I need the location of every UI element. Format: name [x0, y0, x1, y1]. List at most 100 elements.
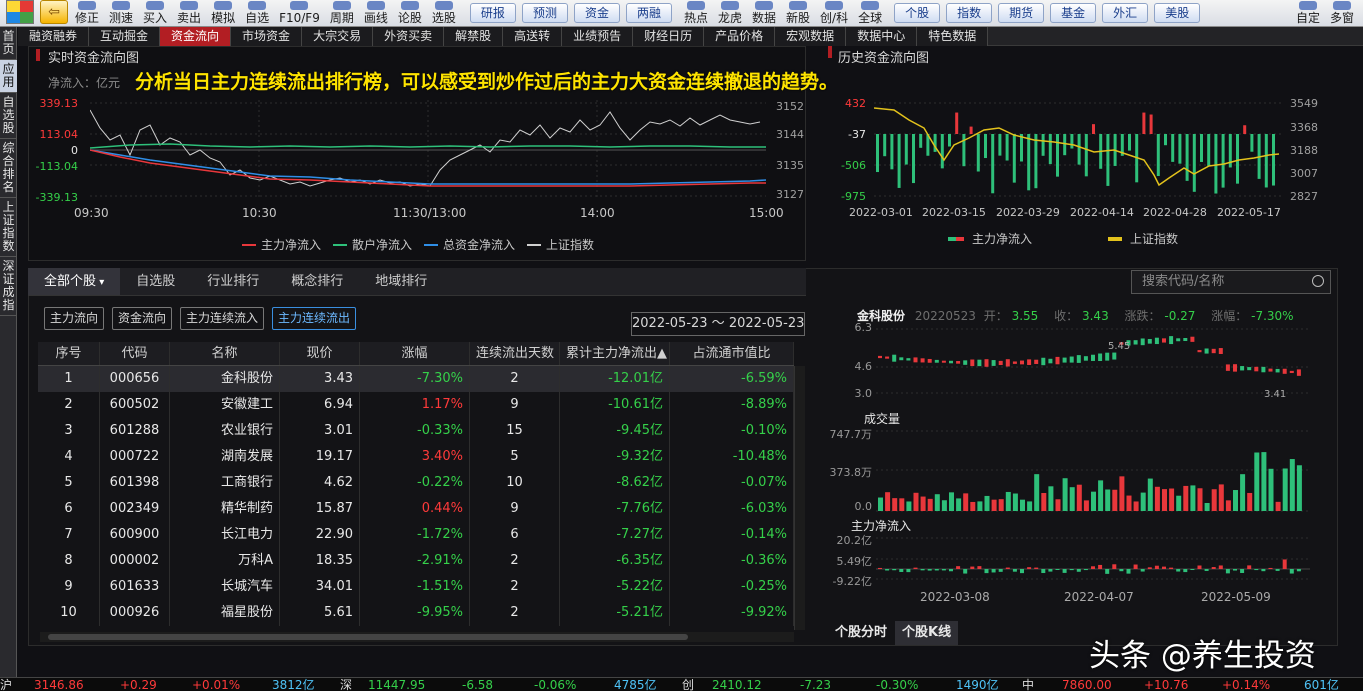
list-tab-4[interactable]: 地域排行 — [359, 268, 443, 295]
vertical-scrollbar[interactable] — [794, 366, 805, 630]
nav-tab-6[interactable]: 解禁股 — [444, 27, 504, 46]
left-tab-4[interactable]: 上证指数 — [0, 198, 17, 257]
horizontal-scrollbar[interactable] — [40, 632, 794, 642]
column-header-7[interactable]: 占流通市值比 — [670, 342, 794, 365]
list-tab-0[interactable]: 全部个股 ▾ — [28, 268, 121, 295]
nav-tab-8[interactable]: 业绩预告 — [562, 27, 634, 46]
flow-bar — [977, 566, 982, 569]
hist-axis-left-1: -37 — [848, 128, 866, 141]
toolbar-button-1[interactable]: 测速 — [104, 0, 138, 26]
column-header-5[interactable]: 连续流出天数 — [470, 342, 560, 365]
toolbar-pill-0[interactable]: 研报 — [469, 3, 516, 23]
nav-tab-9[interactable]: 财经日历 — [633, 27, 705, 46]
toolbar-button-0[interactable]: 修正 — [70, 0, 104, 26]
nav-tab-7[interactable]: 高送转 — [503, 27, 563, 46]
toolbar-button-2[interactable]: 买入 — [138, 0, 172, 26]
table-row[interactable]: 9 601633 长城汽车 34.01 -1.51% 2 -5.22亿 -0.25% — [38, 574, 794, 600]
toolbar-pill-1[interactable]: 预测 — [521, 3, 568, 23]
filter-button-0[interactable]: 主力流向 — [44, 307, 105, 330]
kline-candle — [1140, 338, 1145, 346]
column-header-3[interactable]: 现价 — [280, 342, 360, 365]
toolbar-button-10[interactable]: 选股 — [427, 0, 461, 26]
left-tab-3[interactable]: 综合排名 — [0, 139, 17, 198]
toolbar-icon-5 — [248, 1, 267, 10]
kline-candle — [906, 358, 911, 361]
toolbar-pill-2[interactable]: 资金 — [573, 3, 620, 23]
search-icon[interactable] — [1312, 275, 1324, 287]
nav-tab-2[interactable]: 资金流向 — [160, 27, 232, 46]
toolbar-market-pill-5[interactable]: 美股 — [1154, 3, 1201, 23]
table-row[interactable]: 10 000926 福星股份 5.61 -9.95% 2 -5.21亿 -9.92% — [38, 600, 794, 626]
toolbar-mid-button-0[interactable]: 热点 — [679, 0, 713, 26]
toolbar-market-pill-2[interactable]: 期货 — [998, 3, 1045, 23]
toolbar-market-pill-3[interactable]: 基金 — [1050, 3, 1097, 23]
nav-tab-10[interactable]: 产品价格 — [704, 27, 776, 46]
column-header-2[interactable]: 名称 — [170, 342, 280, 365]
table-row[interactable]: 7 600900 长江电力 22.90 -1.72% 6 -7.27亿 -0.14% — [38, 522, 794, 548]
toolbar-button-3[interactable]: 卖出 — [172, 0, 206, 26]
list-tab-1[interactable]: 自选股 — [120, 268, 191, 295]
toolbar-end-button-0[interactable]: 自定 — [1291, 0, 1325, 26]
toolbar-mid-button-2[interactable]: 数据 — [747, 0, 781, 26]
kline-candle — [1197, 350, 1202, 353]
kline-button[interactable]: 个股K线 — [895, 621, 959, 645]
toolbar-end-button-1[interactable]: 多窗 — [1325, 0, 1359, 26]
toolbar-button-6[interactable]: F10/F9 — [274, 0, 325, 26]
toolbar-market-pill-4[interactable]: 外汇 — [1102, 3, 1149, 23]
table-row[interactable]: 5 601398 工商银行 4.62 -0.22% 10 -8.62亿 -0.07% — [38, 470, 794, 496]
toolbar-button-7[interactable]: 周期 — [325, 0, 359, 26]
left-tab-5[interactable]: 深证成指 — [0, 257, 17, 316]
app-logo-icon[interactable] — [6, 0, 34, 24]
nav-tab-13[interactable]: 特色数据 — [917, 27, 989, 46]
column-header-4[interactable]: 涨幅 — [360, 342, 470, 365]
intraday-button[interactable]: 个股分时 — [828, 621, 894, 645]
kline-candle — [913, 357, 918, 363]
cell-price: 19.17 — [280, 444, 360, 470]
toolbar-mid-button-4[interactable]: 创/科 — [815, 0, 853, 26]
toolbar-button-4[interactable]: 模拟 — [206, 0, 240, 26]
column-header-6[interactable]: 累计主力净流出▲ — [560, 342, 670, 365]
table-row[interactable]: 3 601288 农业银行 3.01 -0.33% 15 -9.45亿 -0.10% — [38, 418, 794, 444]
list-tab-3[interactable]: 概念排行 — [275, 268, 359, 295]
nav-tab-3[interactable]: 市场资金 — [231, 27, 303, 46]
search-input[interactable]: 搜索代码/名称 — [1131, 270, 1331, 294]
nav-tab-12[interactable]: 数据中心 — [846, 27, 918, 46]
flow-bar — [1289, 569, 1294, 574]
toolbar-mid-button-1[interactable]: 龙虎 — [713, 0, 747, 26]
toolbar-pill-3[interactable]: 两融 — [625, 3, 672, 23]
filter-button-2[interactable]: 主力连续流入 — [180, 307, 265, 330]
date-range-picker[interactable]: 2022-05-23 ～ 2022-05-23 — [631, 312, 805, 336]
kline-candle — [1034, 359, 1039, 364]
nav-tab-5[interactable]: 外资买卖 — [373, 27, 445, 46]
zz-label: 中 — [1022, 678, 1035, 691]
toolbar-button-5[interactable]: 自选 — [240, 0, 274, 26]
nav-tab-4[interactable]: 大宗交易 — [302, 27, 374, 46]
left-tab-2[interactable]: 自选股 — [0, 93, 17, 139]
toolbar-mid-button-5[interactable]: 全球 — [853, 0, 887, 26]
column-header-1[interactable]: 代码 — [100, 342, 170, 365]
toolbar-button-8[interactable]: 画线 — [359, 0, 393, 26]
flow-bar — [913, 567, 918, 569]
left-tab-1[interactable]: 应用 — [0, 60, 17, 93]
toolbar-market-pill-1[interactable]: 指数 — [946, 3, 993, 23]
left-tab-0[interactable]: 首页 — [0, 27, 17, 60]
nav-tab-1[interactable]: 互动掘金 — [89, 27, 161, 46]
table-row[interactable]: 8 000002 万科A 18.35 -2.91% 2 -6.35亿 -0.36% — [38, 548, 794, 574]
hist-x-0: 2022-03-01 — [849, 206, 913, 219]
list-tab-2[interactable]: 行业排行 — [191, 268, 275, 295]
table-row[interactable]: 4 000722 湖南发展 19.17 3.40% 5 -9.32亿 -10.48% — [38, 444, 794, 470]
scroll-thumb[interactable] — [48, 634, 688, 640]
filter-button-3[interactable]: 主力连续流出 — [272, 307, 357, 330]
toolbar-mid-button-3[interactable]: 新股 — [781, 0, 815, 26]
table-row[interactable]: 1 000656 金科股份 3.43 -7.30% 2 -12.01亿 -6.59% — [38, 366, 794, 392]
toolbar-market-pill-0[interactable]: 个股 — [894, 3, 941, 23]
filter-button-1[interactable]: 资金流向 — [112, 307, 173, 330]
toolbar-button-9[interactable]: 论股 — [393, 0, 427, 26]
nav-tab-11[interactable]: 宏观数据 — [775, 27, 847, 46]
column-header-0[interactable]: 序号 — [38, 342, 100, 365]
table-row[interactable]: 6 002349 精华制药 15.87 0.44% 9 -7.76亿 -6.03% — [38, 496, 794, 522]
nav-tab-0[interactable]: 融资融券 — [18, 27, 90, 46]
back-arrow-icon[interactable]: ⇦ — [40, 0, 68, 24]
kline-candle — [1012, 361, 1017, 364]
table-row[interactable]: 2 600502 安徽建工 6.94 1.17% 9 -10.61亿 -8.89% — [38, 392, 794, 418]
